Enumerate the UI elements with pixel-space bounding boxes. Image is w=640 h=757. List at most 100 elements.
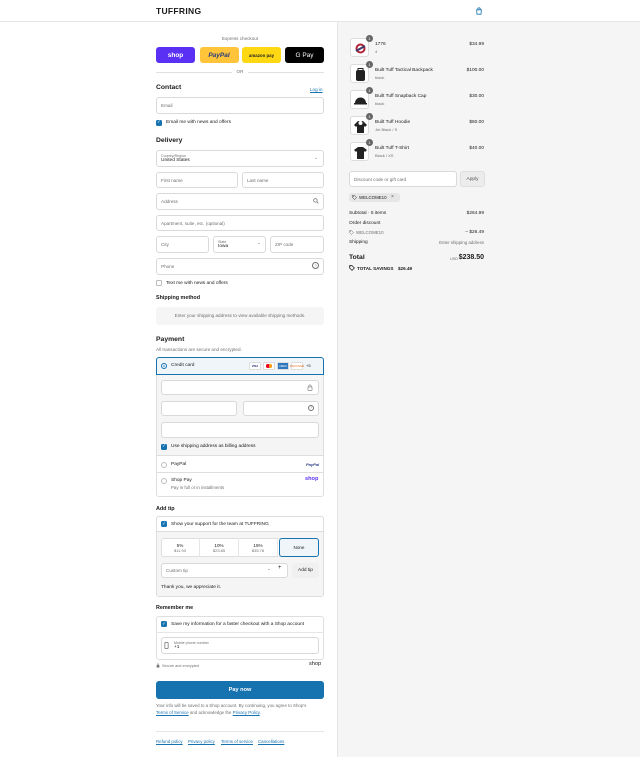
item-variant: black: [375, 101, 385, 106]
tip-checkbox[interactable]: ✓: [161, 521, 167, 527]
credit-card-label: Credit card: [171, 363, 195, 368]
help-icon[interactable]: ?: [312, 262, 319, 269]
apply-button[interactable]: Apply: [460, 171, 485, 187]
secure-label: Secure and encrypted: [162, 664, 200, 668]
item-variant: Jet Black / S: [375, 127, 398, 132]
terms-of-service-footer-link[interactable]: Terms of service: [221, 739, 253, 744]
tip-option-5[interactable]: 5% $11.93: [161, 538, 200, 557]
hoodie-icon: [354, 121, 367, 133]
total-savings-value: $26.49: [398, 266, 413, 271]
terms-of-service-link[interactable]: Terms of Service: [156, 710, 189, 715]
credit-card-radio[interactable]: [161, 363, 167, 369]
save-info-label: Save my information for a faster checkou…: [171, 621, 305, 627]
legal-text-2: and acknowledge the: [189, 709, 232, 715]
divider-right: [248, 71, 324, 73]
item-price: $60.00: [469, 120, 484, 125]
item-name: Built Tuff Snapback Cap: [375, 94, 427, 99]
first-name-field[interactable]: First name: [156, 172, 238, 188]
add-tip-heading: Add tip: [156, 506, 175, 512]
more-cards-badge: +5: [306, 363, 311, 368]
order-discount-label: Order discount: [349, 221, 381, 226]
brand-logo[interactable]: TUFFRING: [156, 6, 201, 16]
zip-field[interactable]: ZIP code: [270, 236, 324, 253]
country-select[interactable]: Country/Region United States: [156, 150, 324, 167]
privacy-policy-link[interactable]: Privacy Policy: [233, 710, 260, 715]
quantity-badge: 1: [366, 113, 373, 120]
item-price: $34.99: [469, 42, 484, 47]
login-link[interactable]: Log in: [310, 87, 323, 92]
privacy-policy-footer-link[interactable]: Privacy policy: [188, 739, 215, 744]
stepper-up-icon[interactable]: +: [278, 565, 282, 571]
add-tip-button[interactable]: Add tip: [292, 563, 319, 578]
last-name-field[interactable]: Last name: [242, 172, 324, 188]
text-news-checkbox[interactable]: [156, 280, 162, 286]
bag-icon[interactable]: [475, 7, 483, 15]
contact-heading: Contact: [156, 84, 182, 91]
chevron-down-icon: ⌄: [314, 155, 318, 160]
city-field[interactable]: City: [156, 236, 209, 253]
discount-amount: – $26.49: [465, 230, 484, 235]
lock-icon: [307, 384, 313, 391]
remove-discount-icon[interactable]: ×: [391, 194, 394, 200]
mobile-phone-field[interactable]: Mobile phone number +1: [161, 637, 319, 654]
billing-checkbox[interactable]: ✓: [161, 443, 167, 450]
order-summary-panel: [337, 22, 640, 757]
discount-tag-label: WELCOME10: [359, 195, 387, 200]
subtotal-label: Subtotal · 5 items: [349, 211, 387, 216]
news-checkbox[interactable]: ✓: [156, 119, 162, 126]
help-icon[interactable]: ?: [308, 405, 314, 411]
tip-percent: None: [293, 545, 305, 550]
paypal-logo: PayPal: [306, 462, 320, 467]
item-name: 1776: [375, 42, 386, 47]
tag-icon: [352, 195, 357, 200]
search-icon: [313, 198, 319, 204]
item-name: Built Tuff Tactical Backpack: [375, 68, 433, 73]
amazon-pay-button[interactable]: amazon pay: [242, 47, 281, 63]
cancellations-link[interactable]: Cancellations: [258, 739, 284, 744]
shop-pay-button[interactable]: shop: [156, 47, 195, 63]
discount-code-field[interactable]: Discount code or gift card: [349, 171, 457, 187]
shop-pay-subtitle: Pay in full or in installments: [171, 485, 225, 490]
paypal-button[interactable]: PayPal: [199, 47, 239, 63]
shipping-notice: Enter your shipping address to view avai…: [156, 307, 324, 325]
pay-now-button[interactable]: Pay now: [156, 681, 324, 699]
item-price: $40.00: [469, 146, 484, 151]
discount-code-label: WELCOME10: [356, 230, 384, 235]
delivery-heading: Delivery: [156, 137, 183, 144]
tip-option-15[interactable]: 15% $35.78: [239, 538, 278, 557]
name-on-card-field[interactable]: [161, 422, 319, 438]
item-name: Built Tuff Hoodie: [375, 120, 411, 125]
save-info-checkbox[interactable]: ✓: [161, 621, 167, 627]
refund-policy-link[interactable]: Refund policy: [156, 739, 183, 744]
tshirt-icon: [354, 147, 367, 159]
tip-support-label: Show your support for the team at TUFFRI…: [171, 521, 269, 527]
shop-pay-radio[interactable]: [161, 478, 167, 484]
paypal-radio[interactable]: [161, 461, 167, 468]
total-label: Total: [349, 254, 365, 261]
mobile-icon: [164, 642, 169, 649]
amex-icon: AMEX: [277, 362, 289, 370]
stepper-down-icon[interactable]: ⌄: [267, 566, 271, 572]
tip-option-none[interactable]: None: [279, 538, 319, 557]
email-field[interactable]: Email: [156, 97, 324, 114]
shipping-method-heading: Shipping method: [156, 295, 201, 301]
total-value: $238.50: [458, 254, 484, 261]
state-value: Iowa: [218, 244, 229, 249]
apartment-field[interactable]: Apartment, suite, etc. (optional): [156, 215, 324, 231]
tip-option-10[interactable]: 10% $23.85: [200, 538, 239, 557]
address-field[interactable]: Address: [156, 193, 324, 210]
card-number-field[interactable]: [161, 380, 319, 395]
shipping-label: Shipping: [349, 240, 368, 245]
expiry-field[interactable]: [161, 401, 237, 416]
shop-pay-label: Shop Pay: [171, 478, 192, 483]
legal-text-1: Your info will be saved to a Shop accoun…: [156, 703, 307, 708]
shipping-value: Enter shipping address: [439, 240, 484, 245]
footer-divider: [156, 731, 324, 732]
country-value: United States: [161, 158, 190, 163]
item-price: $30.00: [469, 94, 484, 99]
google-pay-button[interactable]: G Pay: [285, 47, 324, 63]
item-variant: Black / XS: [375, 153, 394, 158]
subtotal-value: $264.99: [466, 211, 484, 216]
phone-field[interactable]: Phone: [156, 258, 324, 275]
news-label: Email me with news and offers: [166, 120, 231, 125]
